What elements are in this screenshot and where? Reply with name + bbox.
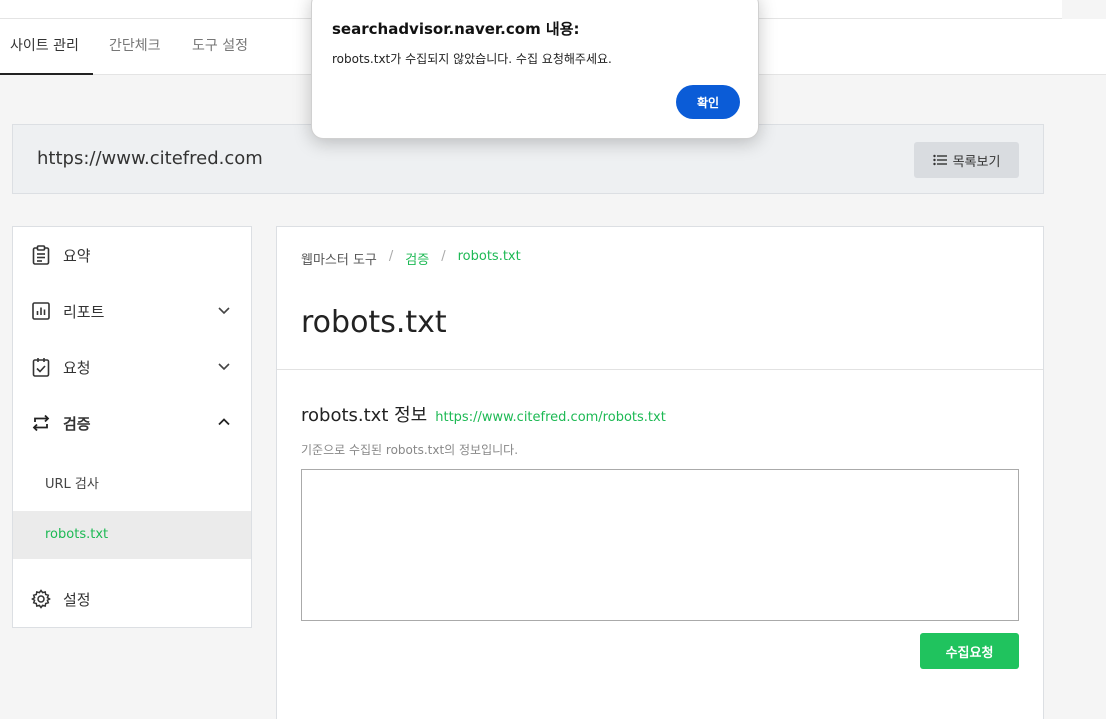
list-view-label: 목록보기 [952,153,1001,169]
sidebar-item-verify[interactable]: 검증 [13,395,251,451]
page-title: robots.txt [301,305,447,340]
chart-icon [31,301,51,321]
breadcrumb: 웹마스터 도구 / 검증 / robots.txt [301,249,521,268]
sidebar-sub-item-robots[interactable]: robots.txt [13,511,251,559]
request-collect-button[interactable]: 수집요청 [920,633,1019,669]
sidebar-item-label: 요약 [63,246,91,265]
sidebar-item-report[interactable]: 리포트 [13,283,251,339]
section-title: robots.txt 정보 https://www.citefred.com/r… [301,401,666,427]
sidebar-item-settings[interactable]: 설정 [13,571,251,627]
gear-icon [31,589,51,609]
dialog-message: robots.txt가 수집되지 않았습니다. 수집 요청해주세요. [332,52,612,66]
sidebar-item-label: 요청 [63,358,91,377]
dialog-title: searchadvisor.naver.com 내용: [332,20,580,38]
sidebar-item-request[interactable]: 요청 [13,339,251,395]
site-url: https://www.citefred.com [37,148,263,169]
sidebar-item-summary[interactable]: 요약 [13,227,251,283]
list-icon [932,154,947,166]
sidebar-item-label: 리포트 [63,302,105,321]
chevron-up-icon[interactable] [217,415,231,429]
checklist-icon [31,357,51,377]
breadcrumb-item: robots.txt [457,249,521,264]
section-title-text: robots.txt 정보 [301,405,428,426]
divider [277,369,1043,370]
sidebar: 요약 리포트 요청 검증 URL 검사 robots.txt 설정 [12,226,252,628]
alert-dialog: searchadvisor.naver.com 내용: robots.txt가 … [311,0,759,139]
chevron-down-icon[interactable] [217,303,231,317]
sidebar-item-label: 설정 [63,590,91,609]
robots-url-link[interactable]: https://www.citefred.com/robots.txt [435,410,666,425]
robots-content-textbox[interactable] [301,469,1019,621]
clipboard-icon [31,245,51,265]
tab-site-management[interactable]: 사이트 관리 [0,19,93,75]
tab-tool-settings[interactable]: 도구 설정 [192,19,248,75]
main-panel: 웹마스터 도구 / 검증 / robots.txt robots.txt rob… [276,226,1044,719]
breadcrumb-item[interactable]: 웹마스터 도구 [301,249,377,268]
chevron-down-icon[interactable] [217,359,231,373]
sidebar-sub-item-url-check[interactable]: URL 검사 [13,461,251,509]
list-view-button[interactable]: 목록보기 [914,142,1019,178]
dialog-ok-button[interactable]: 확인 [676,85,740,119]
sidebar-item-label: 검증 [63,414,91,433]
swap-icon [31,413,51,433]
breadcrumb-separator: / [388,249,394,264]
breadcrumb-item[interactable]: 검증 [405,249,429,268]
breadcrumb-separator: / [441,249,446,264]
tab-simple-check[interactable]: 간단체크 [109,19,161,75]
section-description: 기준으로 수집된 robots.txt의 정보입니다. [301,443,519,457]
